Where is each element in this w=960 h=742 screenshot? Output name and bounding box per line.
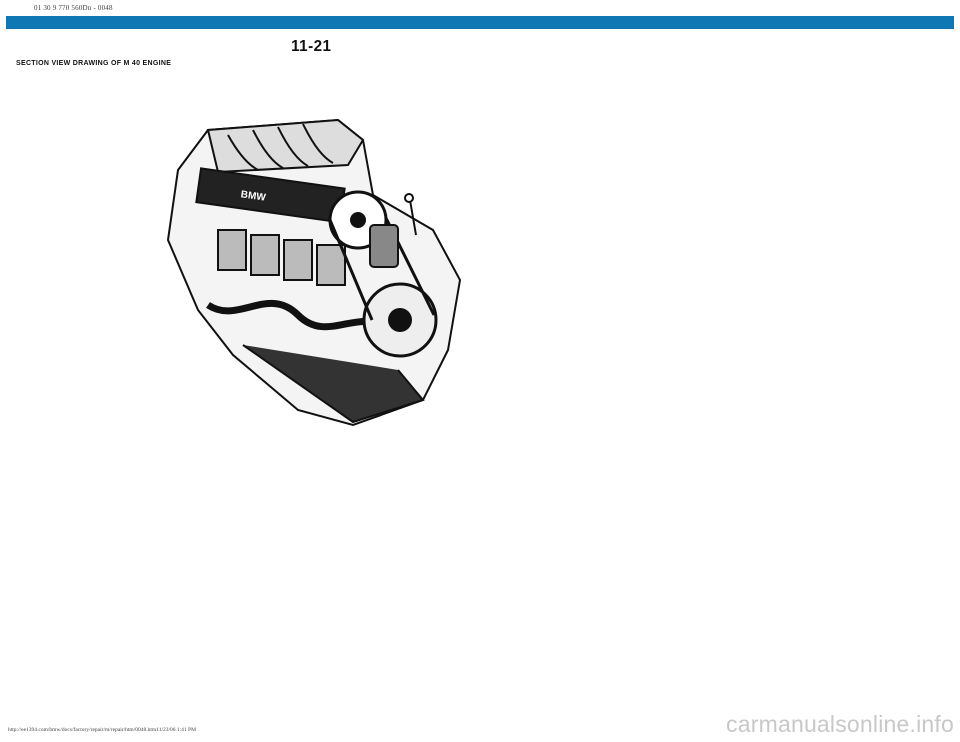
engine-illustration: BMW xyxy=(166,118,462,427)
header-bar xyxy=(6,16,954,29)
section-title: SECTION VIEW DRAWING OF M 40 ENGINE xyxy=(16,60,172,67)
intake-manifold-shape xyxy=(206,118,365,174)
browser-title: 01 30 9 770 560Dn - 0048 xyxy=(34,4,113,12)
engine-section-drawing: BMW xyxy=(148,100,468,435)
footer-url: http://ee1394.com/bmw/docs/factory/repai… xyxy=(8,727,196,733)
watermark: carmanualsonline.info xyxy=(726,711,954,737)
oil-filter-shape xyxy=(369,224,399,268)
page-number: 11-21 xyxy=(291,38,332,55)
